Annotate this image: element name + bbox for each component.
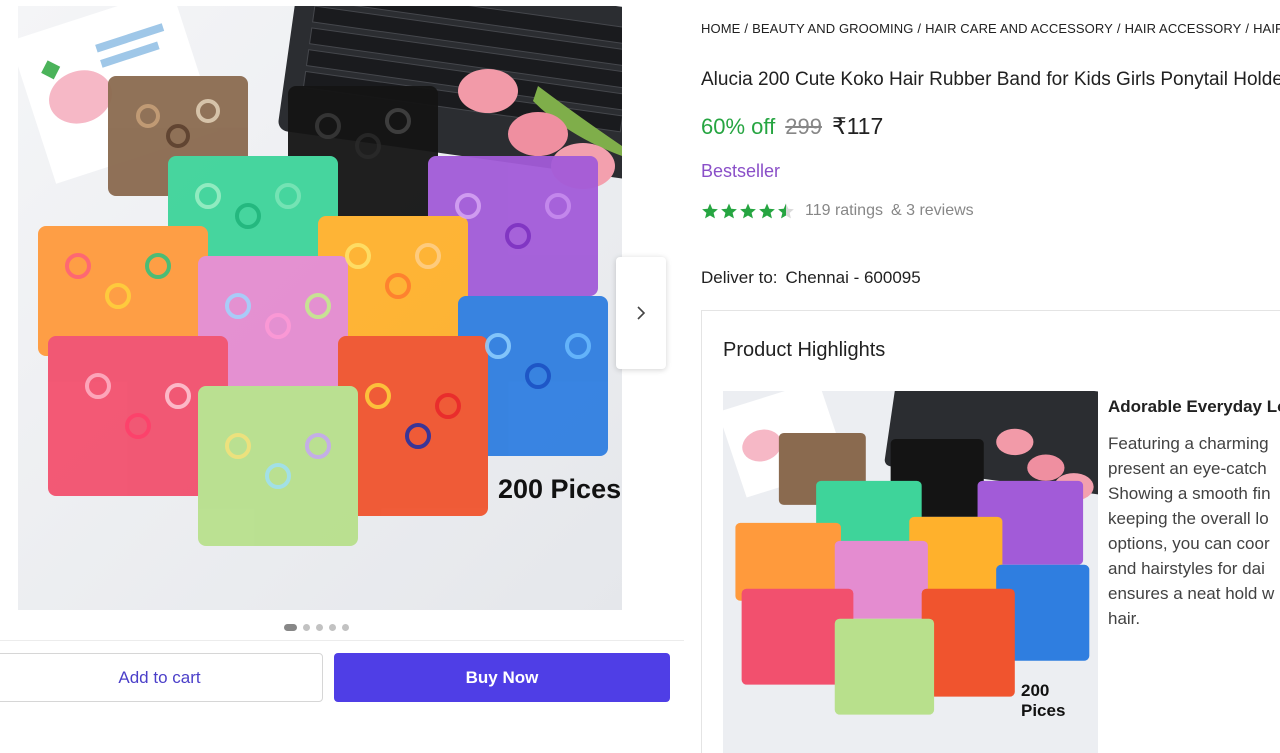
highlight-line: keeping the overall lo xyxy=(1108,509,1269,528)
carousel-dot[interactable] xyxy=(303,624,310,631)
star-icon xyxy=(702,203,718,219)
rating-stars xyxy=(701,202,795,220)
product-title: Alucia 200 Cute Koko Hair Rubber Band fo… xyxy=(701,69,1280,90)
ratings-count: 119 ratings xyxy=(805,202,883,219)
star-icon xyxy=(740,203,756,219)
star-icon xyxy=(721,203,737,219)
highlight-line: Showing a smooth fin xyxy=(1108,484,1271,503)
highlight-line: ensures a neat hold w xyxy=(1108,584,1275,603)
discount-percent: 60% off xyxy=(701,114,776,139)
highlight-line: and hairstyles for dai xyxy=(1108,559,1265,578)
breadcrumb-separator: / xyxy=(1116,21,1121,36)
buy-now-button[interactable]: Buy Now xyxy=(334,653,670,702)
chevron-right-icon xyxy=(637,306,646,320)
product-details: HOME / BEAUTY AND GROOMING / HAIR CARE AND A… xyxy=(701,0,1280,753)
highlight-description: Featuring a charming present an eye-catc… xyxy=(1108,431,1280,631)
breadcrumb-home[interactable]: HOME xyxy=(701,21,740,36)
carousel-dot[interactable] xyxy=(316,624,323,631)
highlight-line: present an eye-catch xyxy=(1108,459,1267,478)
breadcrumb-hair-care[interactable]: HAIR CARE AND ACCESSORY xyxy=(925,21,1113,36)
delivery-pincode: Chennai - 600095 xyxy=(785,268,921,287)
next-image-button[interactable] xyxy=(616,257,666,369)
highlights-image-caption: 200 Pices xyxy=(1021,681,1066,720)
product-gallery: 200 Pices Add to cart Buy Now xyxy=(0,0,684,753)
carousel-dot[interactable] xyxy=(284,624,297,631)
image-caption: 200 Pices xyxy=(498,474,622,504)
original-price: 299 xyxy=(785,114,822,139)
highlight-line: hair. xyxy=(1108,609,1141,628)
breadcrumb-hair-accessory[interactable]: HAIR ACCESSORY xyxy=(1125,21,1242,36)
product-highlights: Product Highlights 200 Pices Adorable Ev… xyxy=(701,310,1280,753)
highlight-line: options, you can coor xyxy=(1108,534,1270,553)
bestseller-badge: Bestseller xyxy=(701,161,781,181)
breadcrumb-separator: / xyxy=(744,21,749,36)
star-icon xyxy=(759,203,775,219)
highlight-line: Featuring a charming xyxy=(1108,434,1269,453)
product-image[interactable]: 200 Pices xyxy=(18,6,622,610)
breadcrumb-separator: / xyxy=(1245,21,1250,36)
highlights-title: Product Highlights xyxy=(723,339,886,361)
carousel-dot[interactable] xyxy=(342,624,349,631)
deliver-to-label: Deliver to: xyxy=(701,268,778,287)
highlights-image: 200 Pices xyxy=(723,391,1098,753)
cta-bar: Add to cart Buy Now xyxy=(0,640,684,713)
delivery-location[interactable]: Deliver to: Chennai - 600095 xyxy=(701,268,921,288)
half-star-icon xyxy=(778,203,794,219)
image-carousel-dots xyxy=(284,624,349,631)
price-row: 60% off 299 ₹117 xyxy=(701,113,883,140)
rating-row[interactable]: 119 ratings & 3 reviews xyxy=(701,202,974,220)
reviews-count: & 3 reviews xyxy=(890,202,974,219)
add-to-cart-button[interactable]: Add to cart xyxy=(0,653,323,702)
breadcrumb-separator: / xyxy=(917,21,922,36)
breadcrumb-hair-band[interactable]: HAIR BAND xyxy=(1253,21,1280,36)
selling-price: ₹117 xyxy=(831,113,884,139)
highlight-heading: Adorable Everyday Look xyxy=(1108,397,1280,416)
breadcrumb-beauty-grooming[interactable]: BEAUTY AND GROOMING xyxy=(752,21,913,36)
carousel-dot[interactable] xyxy=(329,624,336,631)
product-photo xyxy=(18,6,622,610)
breadcrumb: HOME / BEAUTY AND GROOMING / HAIR CARE AND A… xyxy=(701,21,1280,36)
